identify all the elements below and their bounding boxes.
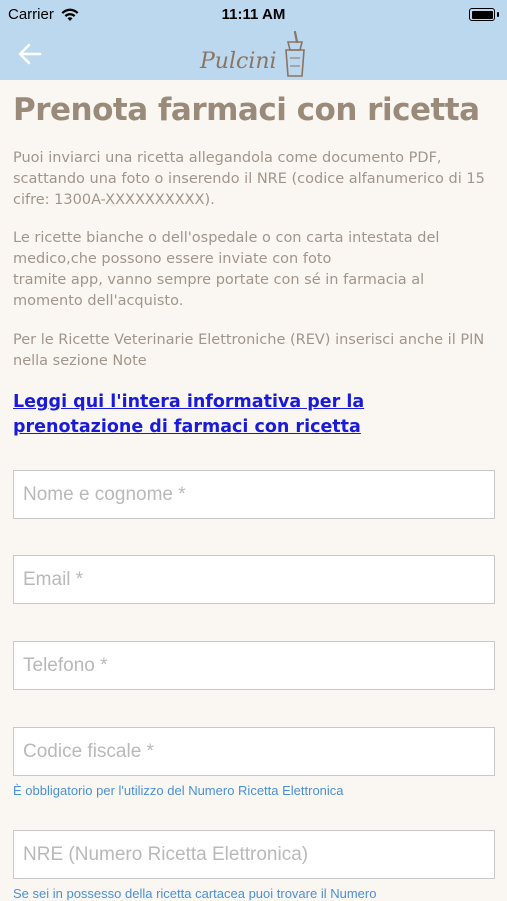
pharmacy-logo: Pulcini — [199, 30, 305, 77]
battery-icon — [469, 8, 499, 21]
intro-paragraph: Puoi inviarci una ricetta allegandola co… — [13, 150, 485, 208]
logo-text: Pulcini — [199, 49, 277, 74]
navigation-bar: Pulcini — [0, 28, 507, 80]
clock: 11:11 AM — [221, 6, 286, 23]
status-bar: Carrier 11:11 AM — [0, 0, 507, 28]
fiscal-code-input[interactable] — [13, 727, 495, 776]
email-input[interactable] — [13, 555, 495, 604]
veterinary-paragraph: Per le Ricette Veterinarie Elettroniche … — [13, 332, 485, 369]
page-title: Prenota farmaci con ricetta — [13, 92, 480, 128]
info-link[interactable]: Leggi qui l'intera informativa per la pr… — [13, 390, 493, 440]
full-name-input[interactable] — [13, 470, 495, 519]
paragraph-line: Le ricette bianche o dell'ospedale o con… — [13, 230, 440, 267]
paragraph-line: tramite app, vanno sempre portate con sé… — [13, 272, 425, 309]
nre-input[interactable] — [13, 830, 495, 879]
phone-input[interactable] — [13, 641, 495, 690]
white-prescription-paragraph: Le ricette bianche o dell'ospedale o con… — [13, 228, 495, 312]
nre-hint: Se sei in possesso della ricetta cartace… — [13, 886, 377, 901]
arrow-left-icon[interactable] — [16, 40, 44, 68]
fiscal-code-hint: È obbligatorio per l'utilizzo del Numero… — [13, 783, 344, 798]
